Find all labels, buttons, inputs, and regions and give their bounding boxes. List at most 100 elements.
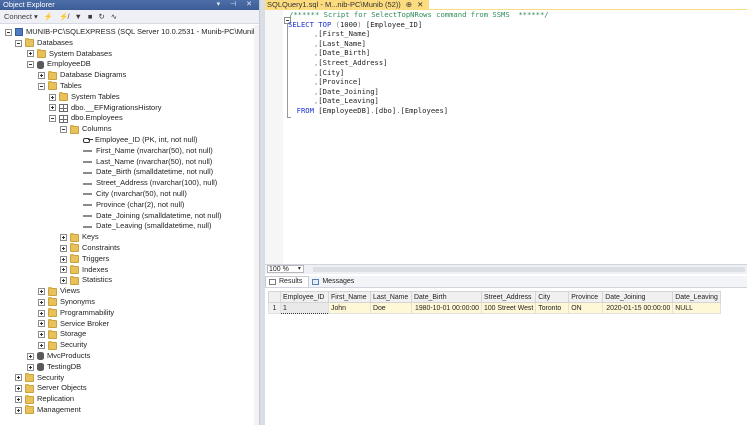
tree-node[interactable]: Database Diagrams [38,70,126,81]
zoom-select[interactable]: 100 % [267,265,304,273]
expand-icon[interactable] [38,288,45,296]
expand-icon[interactable] [27,363,34,371]
column-header[interactable]: City [535,291,570,303]
column-header[interactable]: Employee_ID [280,291,329,303]
tab-messages[interactable]: Messages [309,276,360,287]
expand-icon[interactable] [38,72,45,80]
expand-icon[interactable] [15,396,22,404]
tree-node[interactable]: MUNIB-PC\SQLEXPRESS (SQL Server 10.0.253… [5,27,260,38]
tree-node[interactable]: Indexes [60,265,108,276]
tree-node[interactable]: Databases [15,38,73,49]
tree-node[interactable]: Street_Address (nvarchar(100), null) [73,178,217,189]
tree-node[interactable]: City (nvarchar(50), not null) [73,189,187,200]
tree-node[interactable]: TestingDB [27,362,81,373]
activity-icon[interactable]: ∿ [111,12,117,21]
table-cell[interactable]: 1980-10-01 00:00:00 [411,302,482,314]
expand-icon[interactable] [49,104,56,112]
tree-node[interactable]: Employee_ID (PK, int, not null) [73,135,198,146]
column-header[interactable]: Last_Name [370,291,412,303]
close-tab-icon[interactable]: ✕ [417,0,423,9]
table-cell[interactable]: Toronto [535,302,570,314]
editor-hscrollbar[interactable] [313,267,745,272]
tree-node[interactable]: Management [15,405,81,416]
column-header[interactable]: Date_Birth [411,291,482,303]
tree-node[interactable]: Synonyms [38,297,95,308]
tree-node[interactable]: System Databases [27,49,112,60]
tree-node[interactable]: dbo.Employees [49,113,123,124]
table-cell[interactable]: NULL [672,302,721,314]
expand-icon[interactable] [60,244,67,252]
filter-icon[interactable]: ▼ [74,12,81,21]
expand-icon[interactable] [38,331,45,339]
tree-node[interactable]: Server Objects [15,383,87,394]
expand-icon[interactable] [27,50,34,58]
expand-icon[interactable] [49,93,56,101]
connect-button[interactable]: Connect ▾ [4,12,38,21]
tree-node[interactable]: Triggers [60,254,109,265]
expand-icon[interactable] [60,266,67,274]
tree-node[interactable]: Replication [15,394,74,405]
sql-editor[interactable]: /****** Script for SelectTopNRows comman… [265,10,747,264]
refresh-icon[interactable]: ↻ [98,12,104,21]
table-cell[interactable]: 100 Street West [480,302,537,314]
column-header[interactable]: Province [568,291,604,303]
tree-node[interactable]: Keys [60,232,99,243]
table-cell[interactable]: 2020-01-15 00:00:00 [602,302,674,314]
expand-icon[interactable] [38,342,45,350]
table-cell[interactable]: ON [568,302,604,314]
pin-icon[interactable]: ⊕ [406,0,412,9]
row-number[interactable]: 1 [268,302,281,314]
expand-icon[interactable] [60,277,67,285]
column-header[interactable]: Street_Address [480,291,537,303]
tree-scrollbar[interactable] [254,25,259,425]
expand-icon[interactable] [38,309,45,317]
expand-icon[interactable] [60,234,67,242]
column-header[interactable]: Date_Joining [602,291,674,303]
query-tab[interactable]: SQLQuery1.sql - M...nib-PC\Munib (52)) ⊕… [265,0,430,9]
table-cell[interactable]: John [328,302,371,314]
tree-node[interactable]: System Tables [49,92,120,103]
tree-node[interactable]: First_Name (nvarchar(50), not null) [73,146,213,157]
table-cell[interactable]: Doe [370,302,412,314]
tree-node[interactable]: Tables [38,81,82,92]
collapse-icon[interactable] [38,82,45,90]
collapse-icon[interactable] [5,28,12,36]
collapse-icon[interactable] [49,115,56,123]
tree-node[interactable]: Security [15,373,64,384]
expand-icon[interactable] [15,374,22,382]
tree-node[interactable]: Security [38,340,87,351]
tree-node[interactable]: Constraints [60,243,120,254]
tree-node[interactable]: Statistics [60,275,112,286]
expand-icon[interactable] [15,385,22,393]
table-cell[interactable]: 1 [280,302,329,314]
collapse-icon[interactable] [60,126,67,134]
collapse-icon[interactable] [27,61,34,69]
table-row[interactable]: 1 1 John Doe 1980-10-01 00:00:00 100 Street W… [268,302,721,314]
tree-node[interactable]: dbo.__EFMigrationsHistory [49,103,161,114]
tree-node[interactable]: Province (char(2), not null) [73,200,184,211]
expand-icon[interactable] [15,406,22,414]
tree-node[interactable]: Storage [38,329,86,340]
tree-node[interactable]: Date_Joining (smalldatetime, not null) [73,211,221,222]
tree-node[interactable]: Columns [60,124,112,135]
tree-node[interactable]: EmployeeDB [27,59,91,70]
column-header[interactable]: First_Name [328,291,371,303]
connect-icon[interactable]: ⚡ [44,12,53,21]
expand-icon[interactable] [27,352,34,360]
tree-node[interactable]: Service Broker [38,319,109,330]
expand-icon[interactable] [60,255,67,263]
tree-node[interactable]: Date_Birth (smalldatetime, not null) [73,167,213,178]
collapse-icon[interactable] [15,39,22,47]
tree-node[interactable]: MvcProducts [27,351,90,362]
expand-icon[interactable] [38,320,45,328]
stop-icon[interactable]: ■ [88,12,93,21]
expand-icon[interactable] [38,298,45,306]
disconnect-icon[interactable]: ⚡̸ [59,12,68,21]
tree-node[interactable]: Programmability [38,308,114,319]
tree-node[interactable]: Last_Name (nvarchar(50), not null) [73,157,212,168]
tree-node[interactable]: Date_Leaving (smalldatetime, null) [73,221,211,232]
tab-results[interactable]: Results [265,276,310,287]
column-header[interactable]: Date_Leaving [672,291,721,303]
panel-window-buttons[interactable]: ▾ ⊣ ✕ [217,0,256,10]
tree-node[interactable]: Views [38,286,80,297]
